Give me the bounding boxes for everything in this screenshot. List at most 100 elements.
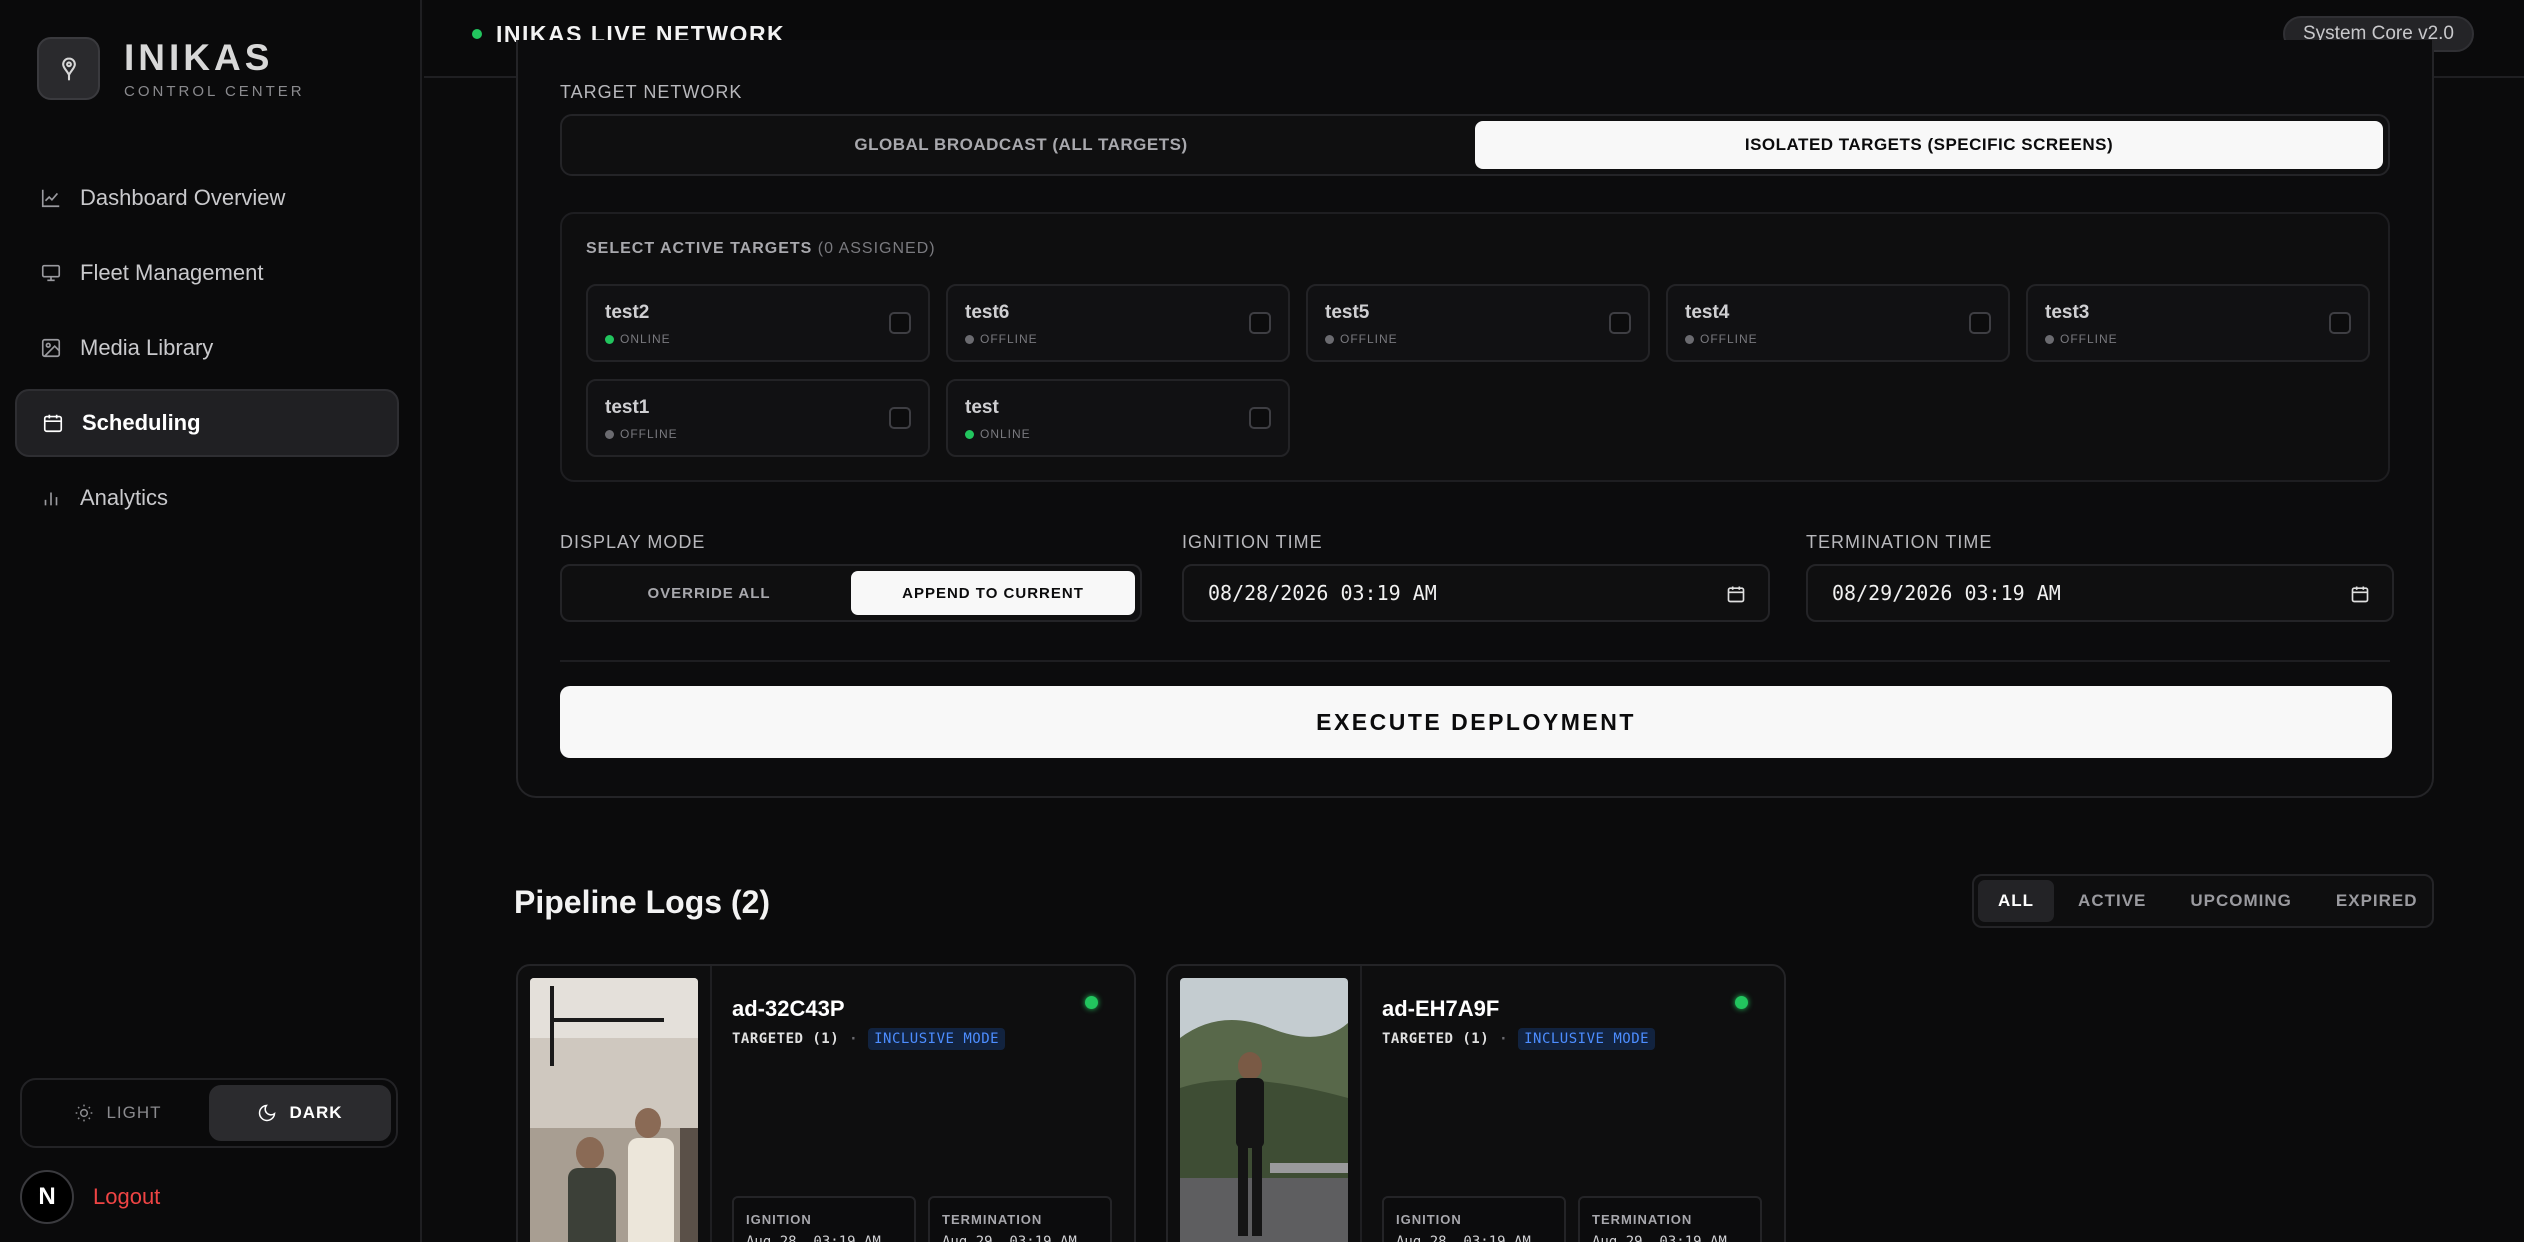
- theme-light-button[interactable]: LIGHT: [27, 1085, 209, 1141]
- ignition-value: Aug 28, 03:19 AM: [1396, 1234, 1531, 1242]
- app-root: INIKAS CONTROL CENTER Dashboard Overview…: [0, 0, 2524, 1242]
- sidebar-item-label: Fleet Management: [80, 260, 264, 285]
- display-mode-selector: OVERRIDE ALL APPEND TO CURRENT: [560, 564, 1142, 622]
- sidebar-nav: Dashboard Overview Fleet Management Medi…: [15, 164, 399, 539]
- ignition-time-label: IGNITION TIME: [1182, 532, 1323, 552]
- assigned-count: (0 ASSIGNED): [817, 240, 936, 257]
- sidebar-item-label: Dashboard Overview: [80, 185, 286, 210]
- log-id: ad-EH7A9F: [1382, 996, 1500, 1021]
- media-thumbnail: [530, 978, 698, 1242]
- ignition-label: IGNITION: [746, 1212, 812, 1227]
- brand-title: INIKAS: [124, 37, 274, 78]
- status-dot: [2045, 334, 2054, 344]
- log-card[interactable]: ad-EH7A9F TARGETED (1) · INCLUSIVE MODE …: [1166, 964, 1786, 1242]
- target-name: test6: [965, 302, 1010, 323]
- target-network-label: TARGET NETWORK: [560, 82, 743, 102]
- log-status-dot: [1735, 996, 1748, 1009]
- filter-all[interactable]: ALL: [1978, 880, 2055, 922]
- sidebar: INIKAS CONTROL CENTER Dashboard Overview…: [0, 0, 422, 1242]
- avatar[interactable]: N: [20, 1170, 74, 1224]
- target-status: ONLINE: [620, 332, 671, 346]
- target-card[interactable]: test ONLINE: [946, 379, 1290, 457]
- sidebar-item-scheduling[interactable]: Scheduling: [15, 389, 399, 457]
- termination-box: TERMINATION Aug 29, 03:19 AM: [1578, 1196, 1762, 1242]
- execute-deployment-button[interactable]: EXECUTE DEPLOYMENT: [560, 686, 2392, 758]
- calendar-picker-icon[interactable]: [2350, 584, 2370, 609]
- termination-label: TERMINATION: [942, 1212, 1043, 1227]
- filter-upcoming[interactable]: UPCOMING: [2170, 880, 2312, 922]
- log-filter-tabs: ALL ACTIVE UPCOMING EXPIRED: [1972, 874, 2434, 928]
- termination-time-value: 08/29/2026 03:19 AM: [1832, 581, 2061, 605]
- target-status: OFFLINE: [620, 427, 678, 441]
- sun-icon: [74, 1103, 94, 1123]
- theme-dark-label: DARK: [289, 1103, 343, 1122]
- status-dot: [965, 429, 974, 439]
- mode-badge: INCLUSIVE MODE: [1518, 1028, 1656, 1050]
- ignition-time-input[interactable]: 08/28/2026 03:19 AM: [1182, 564, 1770, 622]
- target-checkbox[interactable]: [2329, 312, 2351, 334]
- sidebar-item-dashboard[interactable]: Dashboard Overview: [15, 164, 399, 232]
- log-card[interactable]: ad-32C43P TARGETED (1) · INCLUSIVE MODE …: [516, 964, 1136, 1242]
- termination-label: TERMINATION: [1592, 1212, 1693, 1227]
- filter-expired[interactable]: EXPIRED: [2316, 880, 2438, 922]
- sidebar-item-label: Scheduling: [82, 410, 201, 435]
- sidebar-item-fleet[interactable]: Fleet Management: [15, 239, 399, 307]
- active-targets-panel: SELECT ACTIVE TARGETS (0 ASSIGNED) test2…: [560, 212, 2390, 482]
- target-checkbox[interactable]: [1249, 312, 1271, 334]
- sidebar-item-label: Analytics: [80, 485, 169, 510]
- target-checkbox[interactable]: [889, 312, 911, 334]
- brand-subtitle: CONTROL CENTER: [124, 83, 305, 100]
- termination-value: Aug 29, 03:19 AM: [942, 1234, 1077, 1242]
- target-card[interactable]: test3 OFFLINE: [2026, 284, 2370, 362]
- ignition-value: Aug 28, 03:19 AM: [746, 1234, 881, 1242]
- target-status: OFFLINE: [1340, 332, 1398, 346]
- target-name: test: [965, 397, 999, 418]
- target-card[interactable]: test2 ONLINE: [586, 284, 930, 362]
- log-status-dot: [1085, 996, 1098, 1009]
- brand[interactable]: INIKAS CONTROL CENTER: [37, 37, 305, 100]
- status-dot: [965, 334, 974, 344]
- filter-active[interactable]: ACTIVE: [2058, 880, 2166, 922]
- append-to-current-option[interactable]: APPEND TO CURRENT: [851, 571, 1135, 615]
- deployment-form-card: TARGET NETWORK GLOBAL BROADCAST (ALL TAR…: [516, 40, 2434, 798]
- target-status: ONLINE: [980, 427, 1031, 441]
- target-checkbox[interactable]: [1969, 312, 1991, 334]
- chart-line-icon: [39, 186, 63, 210]
- target-card[interactable]: test5 OFFLINE: [1306, 284, 1650, 362]
- termination-time-input[interactable]: 08/29/2026 03:19 AM: [1806, 564, 2394, 622]
- calendar-picker-icon[interactable]: [1726, 584, 1746, 609]
- status-dot: [1685, 334, 1694, 344]
- target-card[interactable]: test1 OFFLINE: [586, 379, 930, 457]
- theme-dark-button[interactable]: DARK: [209, 1085, 391, 1141]
- override-all-option[interactable]: OVERRIDE ALL: [567, 571, 851, 615]
- theme-light-label: LIGHT: [106, 1103, 162, 1122]
- ignition-box: IGNITION Aug 28, 03:19 AM: [732, 1196, 916, 1242]
- target-checkbox[interactable]: [1609, 312, 1631, 334]
- target-checkbox[interactable]: [1249, 407, 1271, 429]
- form-divider: [560, 660, 2390, 662]
- sidebar-item-analytics[interactable]: Analytics: [15, 464, 399, 532]
- ignition-box: IGNITION Aug 28, 03:19 AM: [1382, 1196, 1566, 1242]
- select-targets-heading: SELECT ACTIVE TARGETS (0 ASSIGNED): [586, 240, 936, 257]
- target-name: test2: [605, 302, 650, 323]
- target-checkbox[interactable]: [889, 407, 911, 429]
- global-broadcast-option[interactable]: GLOBAL BROADCAST (ALL TARGETS): [567, 121, 1475, 169]
- logout-button[interactable]: Logout: [93, 1184, 160, 1210]
- sidebar-item-media[interactable]: Media Library: [15, 314, 399, 382]
- target-card[interactable]: test4 OFFLINE: [1666, 284, 2010, 362]
- target-network-selector: GLOBAL BROADCAST (ALL TARGETS) ISOLATED …: [560, 114, 2390, 176]
- sidebar-item-label: Media Library: [80, 335, 214, 360]
- monitor-icon: [39, 261, 63, 285]
- target-name: test3: [2045, 302, 2090, 323]
- brand-logo-icon: [37, 37, 100, 100]
- target-name: test4: [1685, 302, 1730, 323]
- target-name: test5: [1325, 302, 1370, 323]
- calendar-icon: [41, 411, 65, 435]
- target-card[interactable]: test6 OFFLINE: [946, 284, 1290, 362]
- ignition-time-value: 08/28/2026 03:19 AM: [1208, 581, 1437, 605]
- moon-icon: [257, 1103, 277, 1123]
- bar-chart-icon: [39, 486, 63, 510]
- status-dot: [605, 429, 614, 439]
- logout-row: N Logout: [20, 1170, 160, 1224]
- isolated-targets-option[interactable]: ISOLATED TARGETS (SPECIFIC SCREENS): [1475, 121, 2383, 169]
